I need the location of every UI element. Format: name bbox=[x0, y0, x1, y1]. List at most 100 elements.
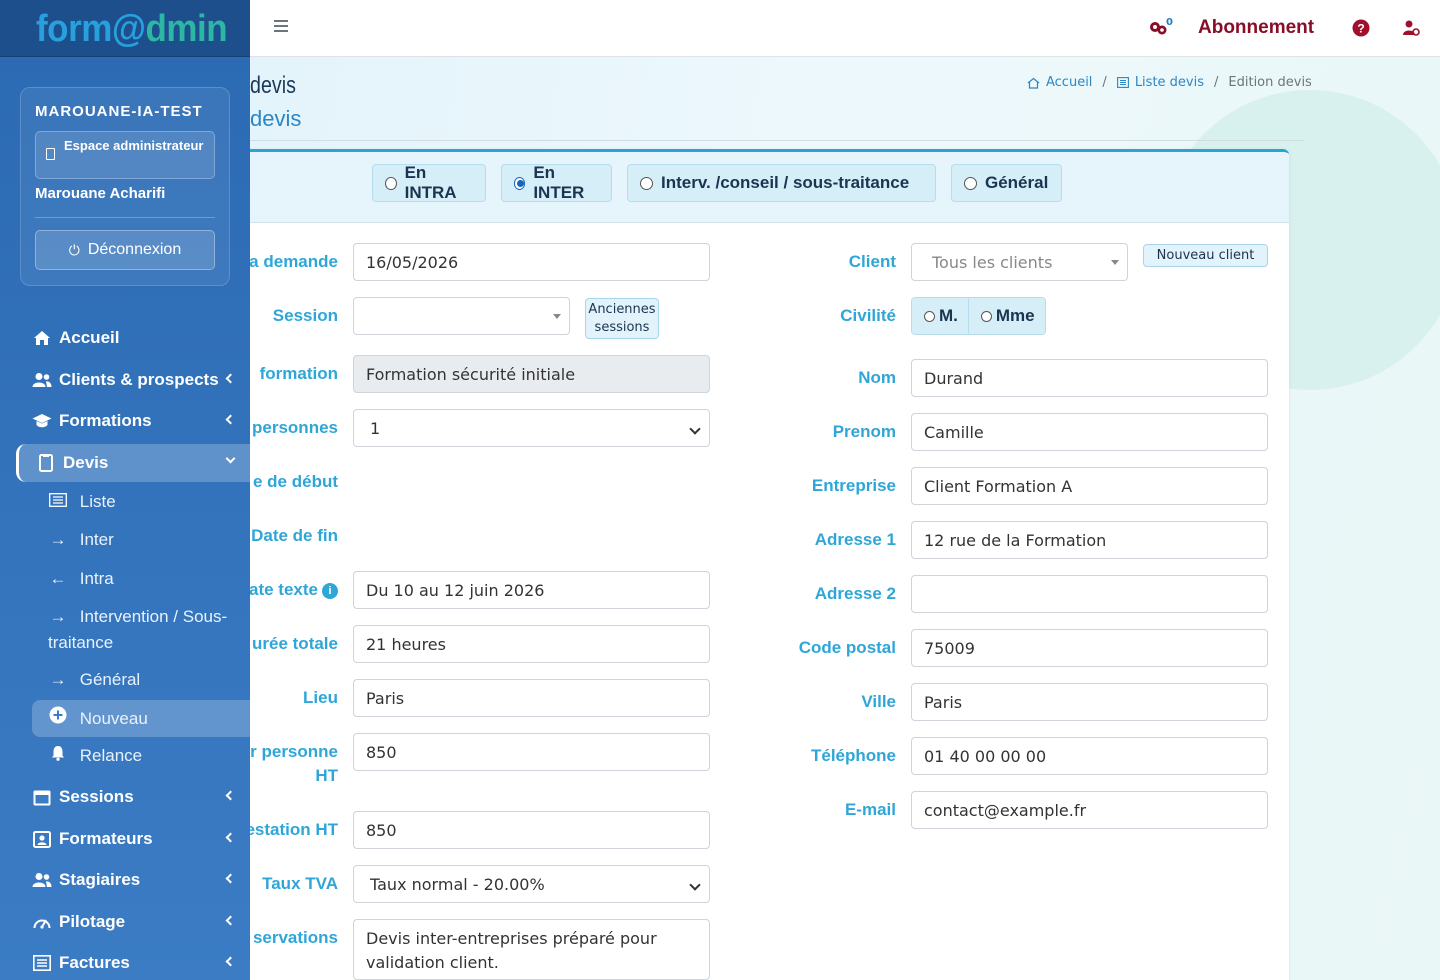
breadcrumb-current: Edition devis bbox=[1228, 75, 1312, 90]
radio-general[interactable] bbox=[964, 176, 977, 190]
label-nom: Nom bbox=[858, 368, 896, 387]
svg-text:?: ? bbox=[1357, 22, 1364, 36]
duree-input[interactable]: 21 heures bbox=[353, 625, 710, 663]
top-bar: 0 Abonnement ? bbox=[250, 0, 1440, 57]
devis-type-intra[interactable]: En INTRA bbox=[372, 163, 486, 202]
user-panel: MAROUANE-IA-TEST Espace administrateur M… bbox=[20, 87, 230, 286]
devis-type-intervention[interactable]: Interv. /conseil / sous-traitance bbox=[627, 164, 936, 202]
nouveau-client-button[interactable]: Nouveau client bbox=[1143, 244, 1268, 267]
date-demande-input[interactable]: 16/05/2026 bbox=[353, 243, 710, 281]
header-divider bbox=[250, 140, 1304, 141]
label-date-demande: la demande bbox=[244, 252, 338, 271]
anciennes-sessions-button[interactable]: Anciennes sessions bbox=[585, 298, 659, 339]
nav-factures[interactable]: Factures bbox=[32, 944, 250, 980]
sub-devis-liste[interactable]: Liste bbox=[48, 489, 238, 515]
observations-textarea[interactable]: Devis inter-entreprises préparé pour val… bbox=[353, 919, 710, 980]
brand-logo[interactable]: form@dmin bbox=[0, 0, 250, 57]
nav-clients[interactable]: Clients & prospects bbox=[32, 361, 250, 399]
id-badge-icon bbox=[32, 830, 52, 848]
label-taux-tva: Taux TVA bbox=[262, 874, 338, 893]
civilite-m[interactable]: M. bbox=[912, 298, 969, 334]
adresse1-input[interactable]: 12 rue de la Formation bbox=[911, 521, 1268, 559]
nav-stagiaires[interactable]: Stagiaires bbox=[32, 861, 250, 899]
graduation-cap-icon bbox=[32, 413, 52, 429]
breadcrumb-accueil[interactable]: Accueil bbox=[1046, 75, 1092, 90]
users-icon bbox=[32, 372, 52, 388]
chevron-left-icon bbox=[225, 373, 236, 384]
espace-administrateur-button[interactable]: Espace administrateur bbox=[35, 131, 215, 179]
sub-devis-relance[interactable]: Relance bbox=[48, 743, 238, 769]
menu-toggle-icon[interactable] bbox=[274, 20, 288, 34]
arrow-right-icon: → bbox=[49, 530, 67, 549]
prenom-input[interactable]: Camille bbox=[911, 413, 1268, 451]
sub-devis-intra[interactable]: ← Intra bbox=[48, 566, 238, 592]
user-settings-icon[interactable] bbox=[1402, 19, 1420, 37]
user-name: Marouane Acharifi bbox=[35, 185, 166, 202]
breadcrumb-separator: / bbox=[1102, 75, 1107, 90]
label-date-texte: ate texte i bbox=[249, 580, 338, 600]
prix-personne-input[interactable]: 850 bbox=[353, 733, 710, 771]
code-postal-input[interactable]: 75009 bbox=[911, 629, 1268, 667]
email-input[interactable]: contact@example.fr bbox=[911, 791, 1268, 829]
ville-input[interactable]: Paris bbox=[911, 683, 1268, 721]
label-entreprise: Entreprise bbox=[811, 476, 896, 495]
breadcrumb: Accueil / Liste devis / Edition devis bbox=[1027, 75, 1312, 90]
nom-input[interactable]: Durand bbox=[911, 359, 1268, 397]
nav-formateurs[interactable]: Formateurs bbox=[32, 820, 250, 858]
entreprise-input[interactable]: Client Formation A bbox=[911, 467, 1268, 505]
client-select[interactable]: Tous les clients bbox=[911, 243, 1128, 281]
lieu-input[interactable]: Paris bbox=[353, 679, 710, 717]
label-code-postal: Code postal bbox=[798, 638, 896, 657]
devis-type-selector: En INTRA En INTER Interv. /conseil / sou… bbox=[230, 152, 1289, 223]
label-client: Client bbox=[848, 252, 896, 271]
breadcrumb-liste-devis[interactable]: Liste devis bbox=[1135, 75, 1204, 90]
home-icon bbox=[32, 330, 52, 346]
session-select[interactable] bbox=[353, 297, 570, 335]
nav-sessions[interactable]: Sessions bbox=[32, 778, 250, 816]
nav-accueil[interactable]: Accueil bbox=[32, 319, 250, 357]
chevron-left-icon bbox=[225, 873, 236, 884]
label-session: Session bbox=[272, 306, 338, 325]
abonnement-link[interactable]: Abonnement bbox=[1198, 17, 1314, 39]
power-icon: ⏻ bbox=[68, 241, 80, 258]
label-civilite: Civilité bbox=[840, 306, 896, 325]
sub-devis-general[interactable]: → Général bbox=[48, 667, 238, 693]
info-icon[interactable]: i bbox=[322, 583, 338, 599]
sub-devis-inter[interactable]: → Inter bbox=[48, 527, 238, 553]
label-observations: servations bbox=[252, 928, 338, 947]
list-icon bbox=[48, 489, 68, 515]
chevron-down-icon bbox=[225, 453, 236, 464]
radio-m[interactable] bbox=[924, 310, 935, 322]
devis-type-inter[interactable]: En INTER bbox=[501, 163, 612, 202]
home-icon bbox=[1027, 77, 1040, 89]
chevron-left-icon bbox=[225, 915, 236, 926]
devis-type-general[interactable]: Général bbox=[951, 164, 1062, 202]
civilite-mme[interactable]: Mme bbox=[968, 298, 1045, 334]
radio-inter[interactable] bbox=[514, 176, 526, 190]
sidebar: form@dmin MAROUANE-IA-TEST Espace admini… bbox=[0, 0, 250, 980]
help-icon[interactable]: ? bbox=[1352, 19, 1370, 37]
tva-select[interactable]: Taux normal - 20.00% bbox=[353, 865, 710, 903]
sub-devis-nouveau[interactable]: Nouveau bbox=[32, 700, 250, 737]
nav-formations[interactable]: Formations bbox=[32, 402, 250, 440]
date-texte-input[interactable]: Du 10 au 12 juin 2026 bbox=[353, 571, 710, 609]
radio-intra[interactable] bbox=[385, 176, 397, 190]
chevron-left-icon bbox=[225, 956, 236, 967]
logout-button[interactable]: ⏻ Déconnexion bbox=[35, 230, 215, 270]
nav-devis[interactable]: Devis bbox=[16, 444, 250, 482]
radio-intervention[interactable] bbox=[640, 176, 653, 190]
sub-devis-intervention[interactable]: → Intervention / Sous-traitance bbox=[48, 604, 238, 656]
nav-pilotage[interactable]: Pilotage bbox=[32, 903, 250, 941]
label-personnes: personnes bbox=[252, 418, 338, 437]
prestation-input[interactable]: 850 bbox=[353, 811, 710, 849]
notifications-count: 0 bbox=[1166, 17, 1173, 28]
label-lieu: Lieu bbox=[303, 688, 338, 707]
arrow-left-icon: ← bbox=[49, 569, 67, 588]
label-adresse2: Adresse 2 bbox=[814, 584, 896, 603]
label-date-debut: e de début bbox=[252, 472, 338, 491]
adresse2-input[interactable] bbox=[911, 575, 1268, 613]
civilite-group: M. Mme bbox=[911, 297, 1046, 335]
personnes-select[interactable]: 1 bbox=[353, 409, 710, 447]
telephone-input[interactable]: 01 40 00 00 00 bbox=[911, 737, 1268, 775]
radio-mme[interactable] bbox=[980, 310, 992, 322]
